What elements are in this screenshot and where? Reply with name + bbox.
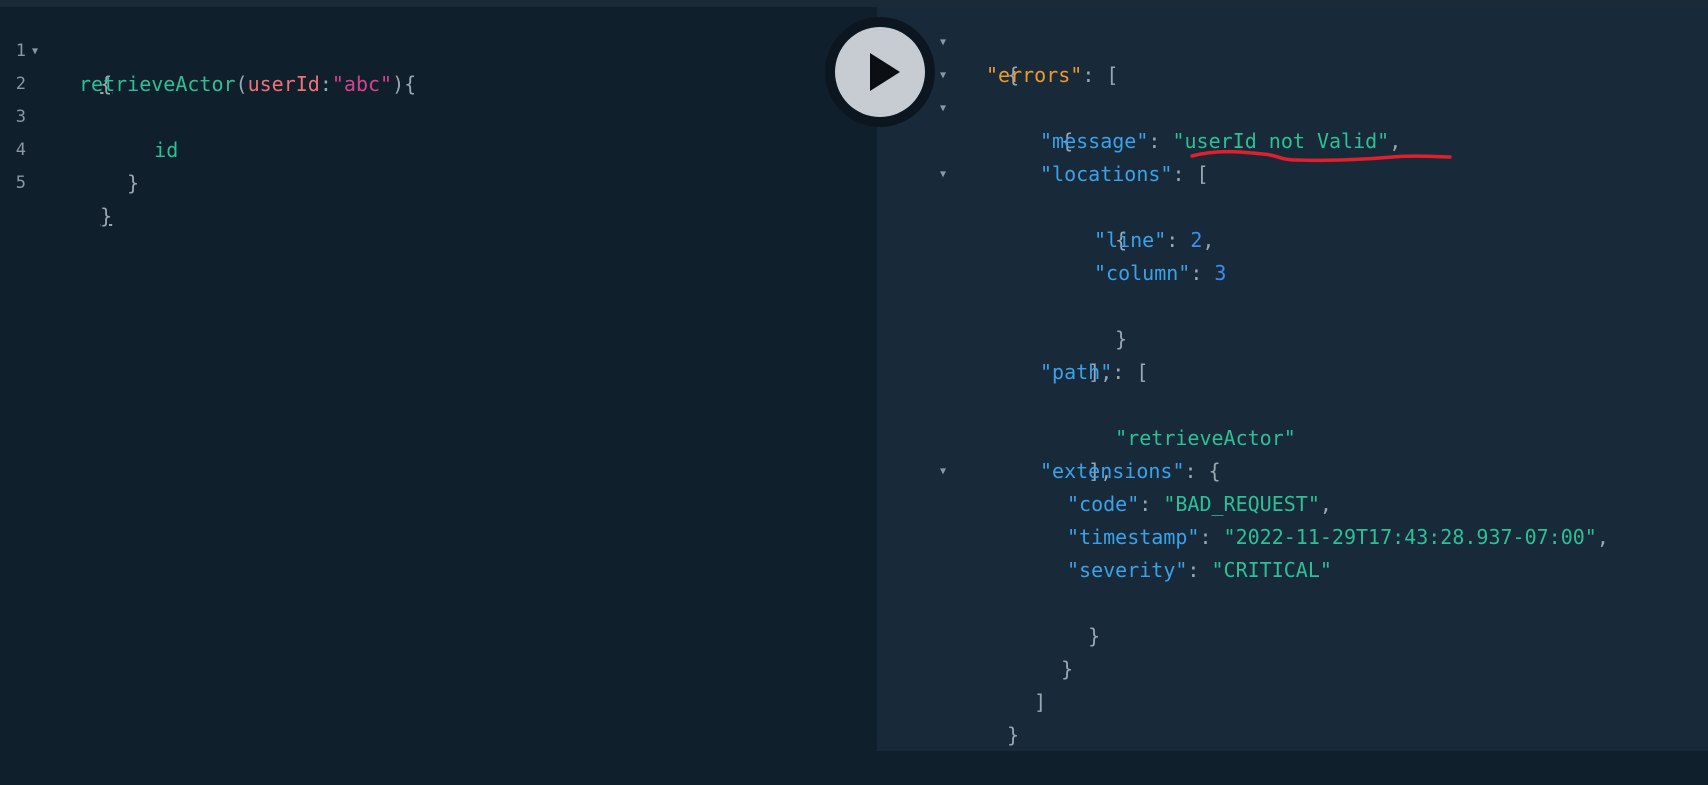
comma: ,: [1202, 228, 1215, 252]
argument-value: "abc": [331, 72, 393, 96]
fold-toggle-icon[interactable]: ▼: [32, 35, 38, 68]
annotation-underline: [1190, 149, 1452, 163]
result-viewer[interactable]: ▼ ▼ ▼ ▼ ▼ { "errors": [ { "message": "us…: [877, 7, 1708, 751]
code-line-5: }: [52, 167, 112, 228]
field-name: id: [154, 138, 179, 162]
json-line: "locations": [: [1040, 158, 1209, 191]
punctuation: : {: [1184, 459, 1221, 483]
paren: (: [235, 72, 248, 96]
close-brace: }: [127, 171, 140, 195]
json-line: {: [1067, 191, 1127, 252]
json-line: "path": [: [1040, 356, 1148, 389]
colon: :: [1148, 129, 1173, 153]
colon: :: [1199, 525, 1224, 549]
column-value: 3: [1214, 261, 1227, 285]
line-number: 2: [15, 74, 26, 94]
line-number: 3: [15, 107, 26, 127]
close-brace: }: [1007, 723, 1020, 747]
json-line: }: [959, 686, 1019, 747]
fold-toggle-icon[interactable]: ▼: [940, 455, 946, 488]
column-key: "column": [1094, 261, 1191, 285]
query-editor[interactable]: 1 2 3 4 5 ▼ { retrieveActor(userId:"abc"…: [0, 7, 877, 751]
colon: :: [1139, 492, 1164, 516]
line-value: 2: [1190, 228, 1203, 252]
colon: :: [319, 72, 332, 96]
fold-toggle-icon[interactable]: ▼: [940, 26, 946, 59]
line-number: 1: [15, 41, 26, 61]
timestamp-key: "timestamp": [1067, 525, 1200, 549]
colon: :: [1190, 261, 1215, 285]
code-key: "code": [1067, 492, 1140, 516]
comma: ,: [1596, 525, 1609, 549]
json-line: "extensions": {: [1040, 455, 1221, 488]
path-item: "retrieveActor": [1115, 426, 1296, 450]
fold-toggle-icon[interactable]: ▼: [940, 92, 946, 125]
play-icon: [870, 53, 900, 91]
json-line: {: [1013, 92, 1073, 153]
json-line: ],: [1040, 323, 1112, 384]
code-line-1: {: [52, 35, 112, 96]
close-bracket: ]: [1034, 690, 1047, 714]
paren-brace: ){: [392, 72, 417, 96]
fold-toggle-icon[interactable]: ▼: [940, 59, 946, 92]
line-number: 5: [15, 173, 26, 193]
json-line: ],: [1040, 422, 1112, 483]
json-line: }: [1040, 587, 1100, 648]
code-line-4: }: [79, 134, 139, 195]
close-brace: }: [1061, 657, 1074, 681]
json-line: "severity": "CRITICAL": [1067, 554, 1332, 587]
errors-key: "errors": [986, 63, 1083, 87]
locations-key: "locations": [1040, 162, 1173, 186]
top-bar: [0, 0, 1708, 7]
severity-key: "severity": [1067, 558, 1188, 582]
line-number: 4: [15, 140, 26, 160]
json-line: }: [1013, 620, 1073, 681]
colon: :: [1187, 558, 1212, 582]
json-line: "line": 2,: [1094, 224, 1214, 257]
extensions-key: "extensions": [1040, 459, 1185, 483]
json-line: ]: [986, 653, 1046, 714]
severity-value: "CRITICAL": [1211, 558, 1332, 582]
json-line: "retrieveActor": [1067, 389, 1296, 450]
json-line: {: [959, 26, 1019, 87]
close-brace: }: [100, 204, 113, 228]
timestamp-value: "2022-11-29T17:43:28.937-07:00": [1223, 525, 1597, 549]
punctuation: : [: [1082, 63, 1119, 87]
fold-toggle-icon[interactable]: ▼: [940, 158, 946, 191]
run-query-button[interactable]: [835, 27, 925, 117]
code-line-3: id: [106, 101, 178, 162]
line-key: "line": [1094, 228, 1167, 252]
argument-name: userId: [247, 72, 320, 96]
json-line: }: [1067, 290, 1127, 351]
json-line: "errors": [: [986, 59, 1118, 92]
field-name: retrieveActor: [79, 72, 236, 96]
punctuation: : [: [1112, 360, 1149, 384]
path-key: "path": [1040, 360, 1113, 384]
code-line-2: retrieveActor(userId:"abc"){: [79, 68, 416, 101]
code-value: "BAD_REQUEST": [1163, 492, 1320, 516]
colon: :: [1166, 228, 1191, 252]
json-line: "code": "BAD_REQUEST",: [1067, 488, 1332, 521]
json-line: "column": 3: [1094, 257, 1226, 290]
json-line: "timestamp": "2022-11-29T17:43:28.937-07…: [1067, 521, 1609, 554]
close-brace: }: [1088, 624, 1101, 648]
message-key: "message": [1040, 129, 1149, 153]
close-brace: }: [1115, 327, 1128, 351]
comma: ,: [1319, 492, 1332, 516]
